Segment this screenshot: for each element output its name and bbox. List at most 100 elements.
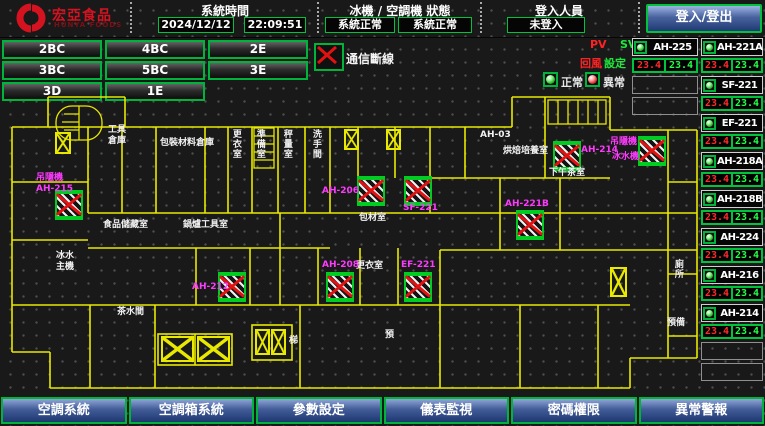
unit-values-EF-221: 23.423.4 <box>701 134 763 149</box>
unit-AH-224[interactable]: AH-224 <box>701 228 763 246</box>
room-label: AH-212 <box>192 283 229 293</box>
room-label: 更衣室 <box>356 262 383 272</box>
unit-name-label: AH-214 <box>717 308 762 319</box>
unit-AH-218B[interactable]: AH-218B <box>701 190 763 208</box>
room-label: 吊隱機 <box>36 174 63 184</box>
unit-name-label: EF-221 <box>717 118 762 129</box>
vent-icon <box>610 267 627 297</box>
room-label: 秤量室 <box>281 129 291 159</box>
unit-values-AH-225: 23.423.4 <box>632 58 698 73</box>
pv-value: 23.4 <box>702 59 732 72</box>
equipment-icon[interactable] <box>404 272 432 302</box>
equipment-icon[interactable] <box>516 210 544 240</box>
sv-value: 23.4 <box>732 249 762 262</box>
status-lamp <box>703 269 716 282</box>
vent-icon <box>197 336 230 362</box>
unit-name-label: AH-216 <box>717 270 762 281</box>
sv-value: 23.4 <box>665 59 697 72</box>
pv-value: 23.4 <box>702 97 732 110</box>
system-date-value: 2024/12/12 <box>158 17 234 33</box>
header-bar: 宏亞食品 HUNYA FOODS 系統時間 2024/12/12 22:09:5… <box>0 0 765 38</box>
unit-AH-216[interactable]: AH-216 <box>701 266 763 284</box>
sv-value: 23.4 <box>732 135 762 148</box>
header-divider <box>480 2 482 33</box>
room-label: AH-215 <box>36 185 73 195</box>
unit-values-AH-216: 23.423.4 <box>701 286 763 301</box>
room-label: 包裝材料倉庫 <box>160 139 214 149</box>
nav-button[interactable]: 儀表監視 <box>384 397 510 424</box>
room-label: 更衣室 <box>230 129 240 159</box>
header-divider <box>317 2 319 33</box>
status-lamp <box>634 41 647 54</box>
unit-name-label: AH-218B <box>717 194 762 205</box>
room-label: 預備 <box>667 319 685 329</box>
nav-button[interactable]: 密碼權限 <box>511 397 637 424</box>
equipment-icon[interactable] <box>638 136 666 166</box>
room-label: 吊隱機 <box>610 138 637 148</box>
vent-icon <box>255 329 270 355</box>
room-label: 食品儲藏室 <box>103 221 148 231</box>
unit-AH-218A[interactable]: AH-218A <box>701 152 763 170</box>
system-time-value: 22:09:51 <box>244 17 306 33</box>
unit-SF-221[interactable]: SF-221 <box>701 76 763 94</box>
status-lamp <box>703 117 716 130</box>
equipment-icon[interactable] <box>357 176 385 206</box>
room-label: 預 <box>385 331 394 341</box>
equipment-icon[interactable] <box>326 272 354 302</box>
nav-button[interactable]: 空調系統 <box>1 397 127 424</box>
sv-value: 23.4 <box>732 287 762 300</box>
unit-AH-214[interactable]: AH-214 <box>701 304 763 322</box>
vent-icon <box>344 129 359 150</box>
status-lamp <box>703 193 716 206</box>
sv-value: 23.4 <box>732 173 762 186</box>
status-lamp <box>703 307 716 320</box>
unit-name-label: AH-224 <box>717 232 762 243</box>
room-label: AH-206 <box>322 187 359 197</box>
room-label: 準備室 <box>254 129 264 159</box>
room-label: 鍋爐工具室 <box>183 221 228 231</box>
unit-EF-221[interactable]: EF-221 <box>701 114 763 132</box>
sv-value: 23.4 <box>732 325 762 338</box>
room-label: 冰水 <box>56 252 74 262</box>
nav-button[interactable]: 參數設定 <box>256 397 382 424</box>
floorplan-walls <box>0 36 700 396</box>
unit-AH-225[interactable]: AH-225 <box>632 38 698 56</box>
room-label: 包材室 <box>359 214 386 224</box>
room-label: AH-208 <box>322 261 359 271</box>
unit-name-label: AH-225 <box>648 42 697 53</box>
room-label: SF-221 <box>403 204 438 214</box>
sv-value: 23.4 <box>732 59 762 72</box>
chiller-status-value: 系統正常 <box>325 17 395 33</box>
login-logout-button[interactable]: 登入/登出 <box>646 4 762 33</box>
unit-values-AH-221A: 23.423.4 <box>701 58 763 73</box>
unit-name-label: AH-218A <box>717 156 762 167</box>
sv-value: 23.4 <box>732 97 762 110</box>
empty-slot <box>632 97 698 115</box>
pv-value: 23.4 <box>702 135 732 148</box>
header-divider <box>638 2 640 33</box>
pv-value: 23.4 <box>702 211 732 224</box>
hmi-screen: 宏亞食品 HUNYA FOODS 系統時間 2024/12/12 22:09:5… <box>0 0 765 426</box>
status-lamp <box>703 79 716 92</box>
login-user-value: 未登入 <box>507 17 585 33</box>
empty-slot <box>632 76 698 94</box>
floorplan: 工具倉庫包裝材料倉庫更衣室準備室秤量室洗手間AH-03烘焙培養室下午茶室包材室食… <box>0 36 700 396</box>
room-label: 烘焙培養室 <box>503 147 548 157</box>
room-label: 洗手間 <box>310 129 320 159</box>
equipment-icon[interactable] <box>404 176 432 206</box>
unit-AH-221A[interactable]: AH-221A <box>701 38 763 56</box>
unit-values-AH-224: 23.423.4 <box>701 248 763 263</box>
nav-button[interactable]: 空調箱系統 <box>129 397 255 424</box>
vent-icon <box>55 132 71 154</box>
room-label: 冰水機 <box>612 153 639 163</box>
room-label: 廁所 <box>672 259 682 279</box>
room-label: AH-221B <box>505 200 549 210</box>
equipment-icon[interactable] <box>553 141 581 171</box>
unit-values-AH-214: 23.423.4 <box>701 324 763 339</box>
empty-slot <box>701 342 763 360</box>
bottom-nav: 空調系統空調箱系統參數設定儀表監視密碼權限異常警報 <box>0 397 765 424</box>
unit-column-left: AH-225 23.423.4 <box>632 38 698 118</box>
nav-button[interactable]: 異常警報 <box>639 397 765 424</box>
pv-value: 23.4 <box>702 249 732 262</box>
pv-value: 23.4 <box>702 325 732 338</box>
